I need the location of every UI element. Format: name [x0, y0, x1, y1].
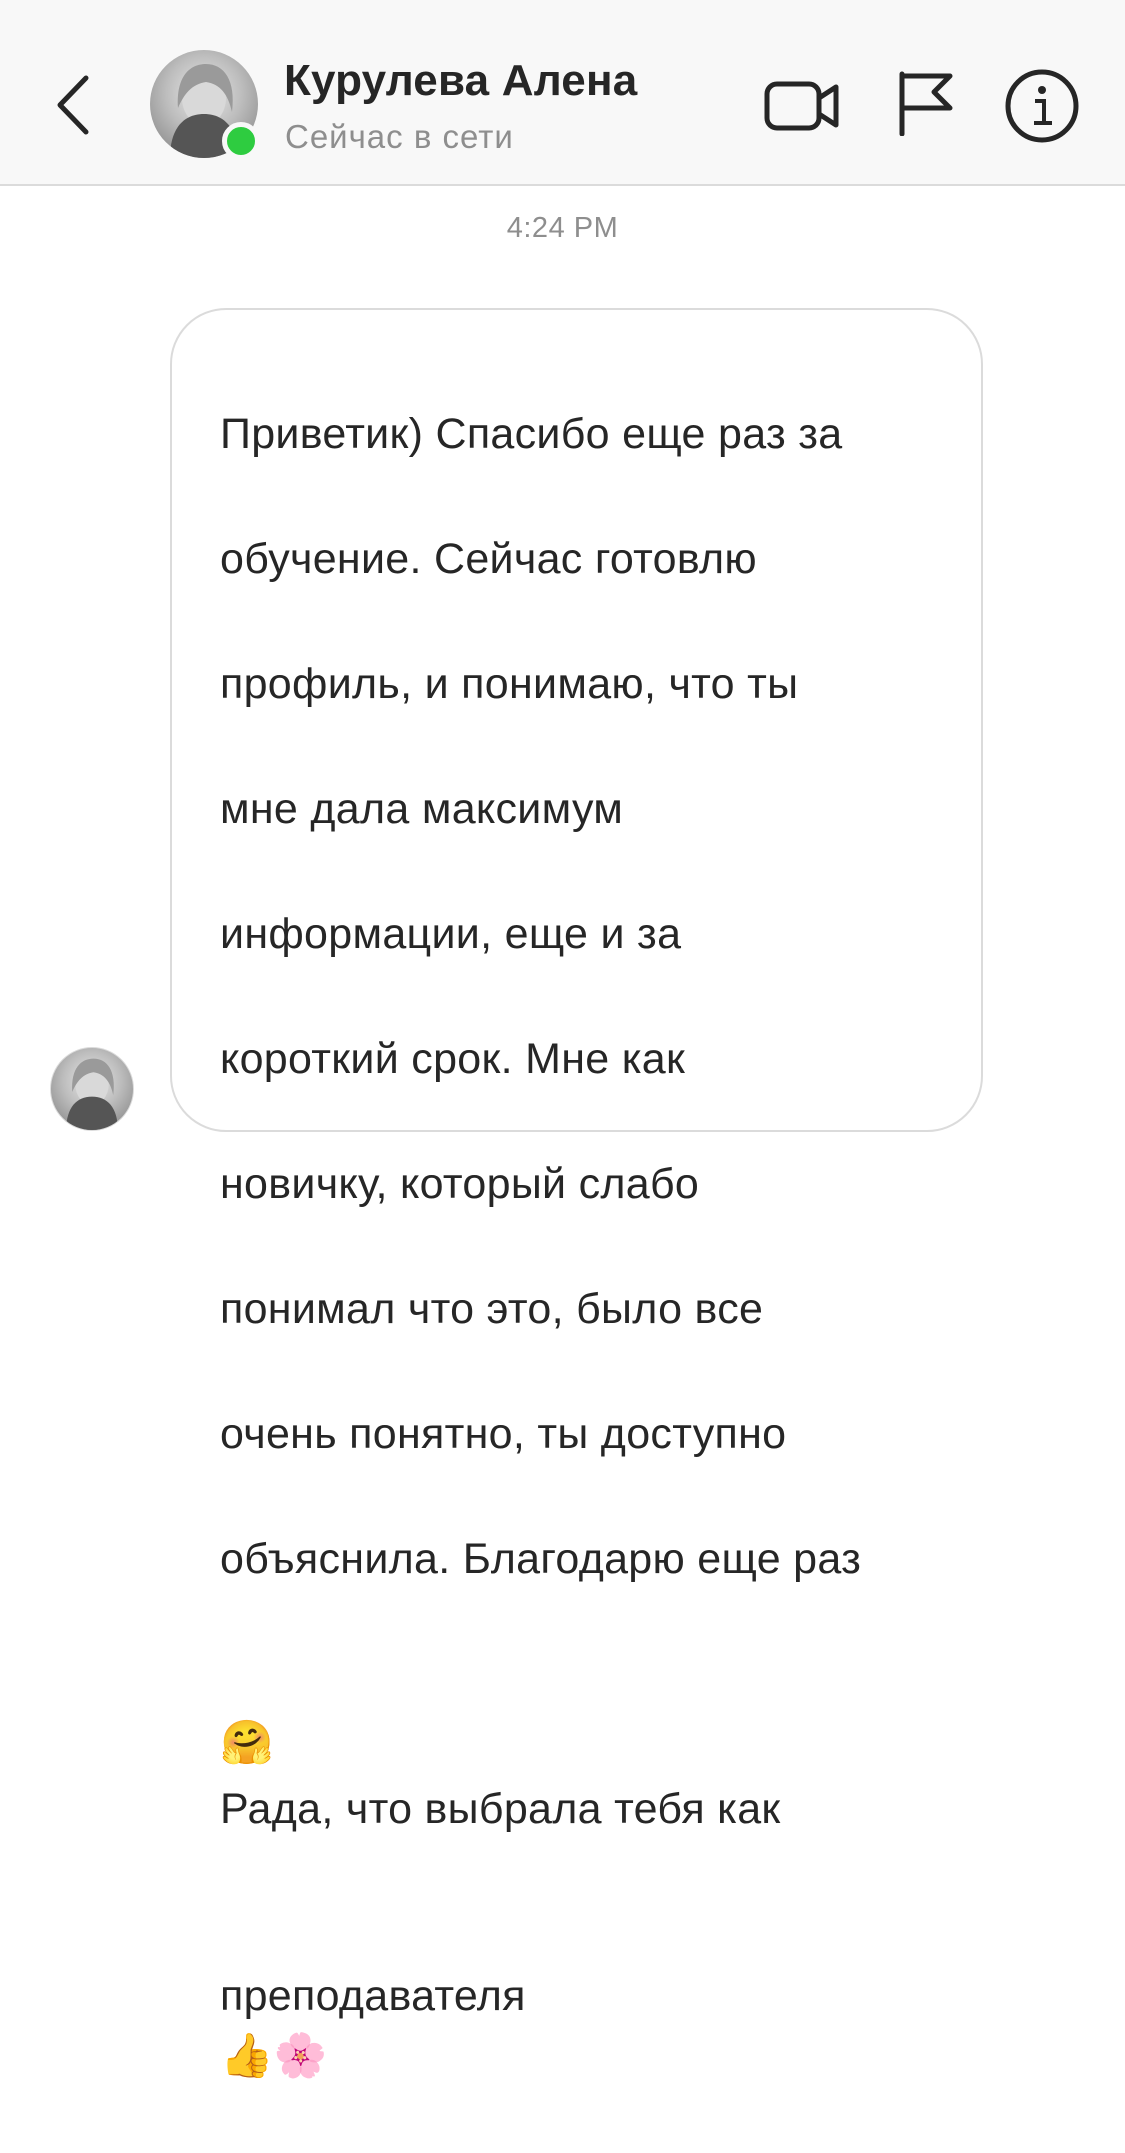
- message-bubble[interactable]: Приветик) Спасибо еще раз за обучение. С…: [170, 308, 983, 2080]
- message-line: обучение. Сейчас готовлю: [220, 534, 757, 583]
- message-line: новичку, который слабо: [220, 1159, 700, 1208]
- message-line-text: преподавателя: [220, 1972, 526, 2020]
- message-line: 🤗 Рада, что выбрала тебя как: [220, 1653, 960, 1841]
- message-line: информации, еще и за: [220, 909, 682, 958]
- message-line: преподавателя 👍🌸: [220, 1903, 960, 2091]
- flag-icon[interactable]: [896, 70, 956, 136]
- online-status: Сейчас в сети: [285, 118, 514, 155]
- online-indicator: [222, 122, 260, 160]
- video-camera-icon[interactable]: [764, 78, 840, 134]
- message-timestamp: 4:24 PM: [506, 212, 619, 244]
- chat-header: Курулева Алена Сейчас в сети: [0, 0, 1125, 186]
- contact-name[interactable]: Курулева Алена: [284, 56, 637, 106]
- message-line: профиль, и понимаю, что ты: [220, 659, 799, 708]
- message-line: Приветик) Спасибо еще раз за: [220, 409, 843, 458]
- contact-avatar[interactable]: [150, 50, 260, 160]
- message-text: Приветик) Спасибо еще раз за обучение. С…: [220, 340, 960, 2153]
- message-line: объяснила. Благодарю еще раз: [220, 1534, 862, 1583]
- message-line: мне дала максимум: [220, 784, 624, 833]
- message-line: очень понятно, ты доступно: [220, 1409, 787, 1458]
- info-icon[interactable]: [1004, 68, 1080, 144]
- message-line: короткий срок. Мне как: [220, 1034, 686, 1083]
- sender-avatar[interactable]: [50, 1047, 134, 1131]
- thumbs-up-and-blossom-emoji: 👍🌸: [220, 2031, 328, 2080]
- message-line-text: Рада, что выбрала тебя как: [220, 1784, 781, 1833]
- chevron-left-icon[interactable]: [48, 70, 98, 140]
- hugging-face-emoji: 🤗: [220, 1719, 274, 1768]
- message-line: понимал что это, было все: [220, 1284, 764, 1333]
